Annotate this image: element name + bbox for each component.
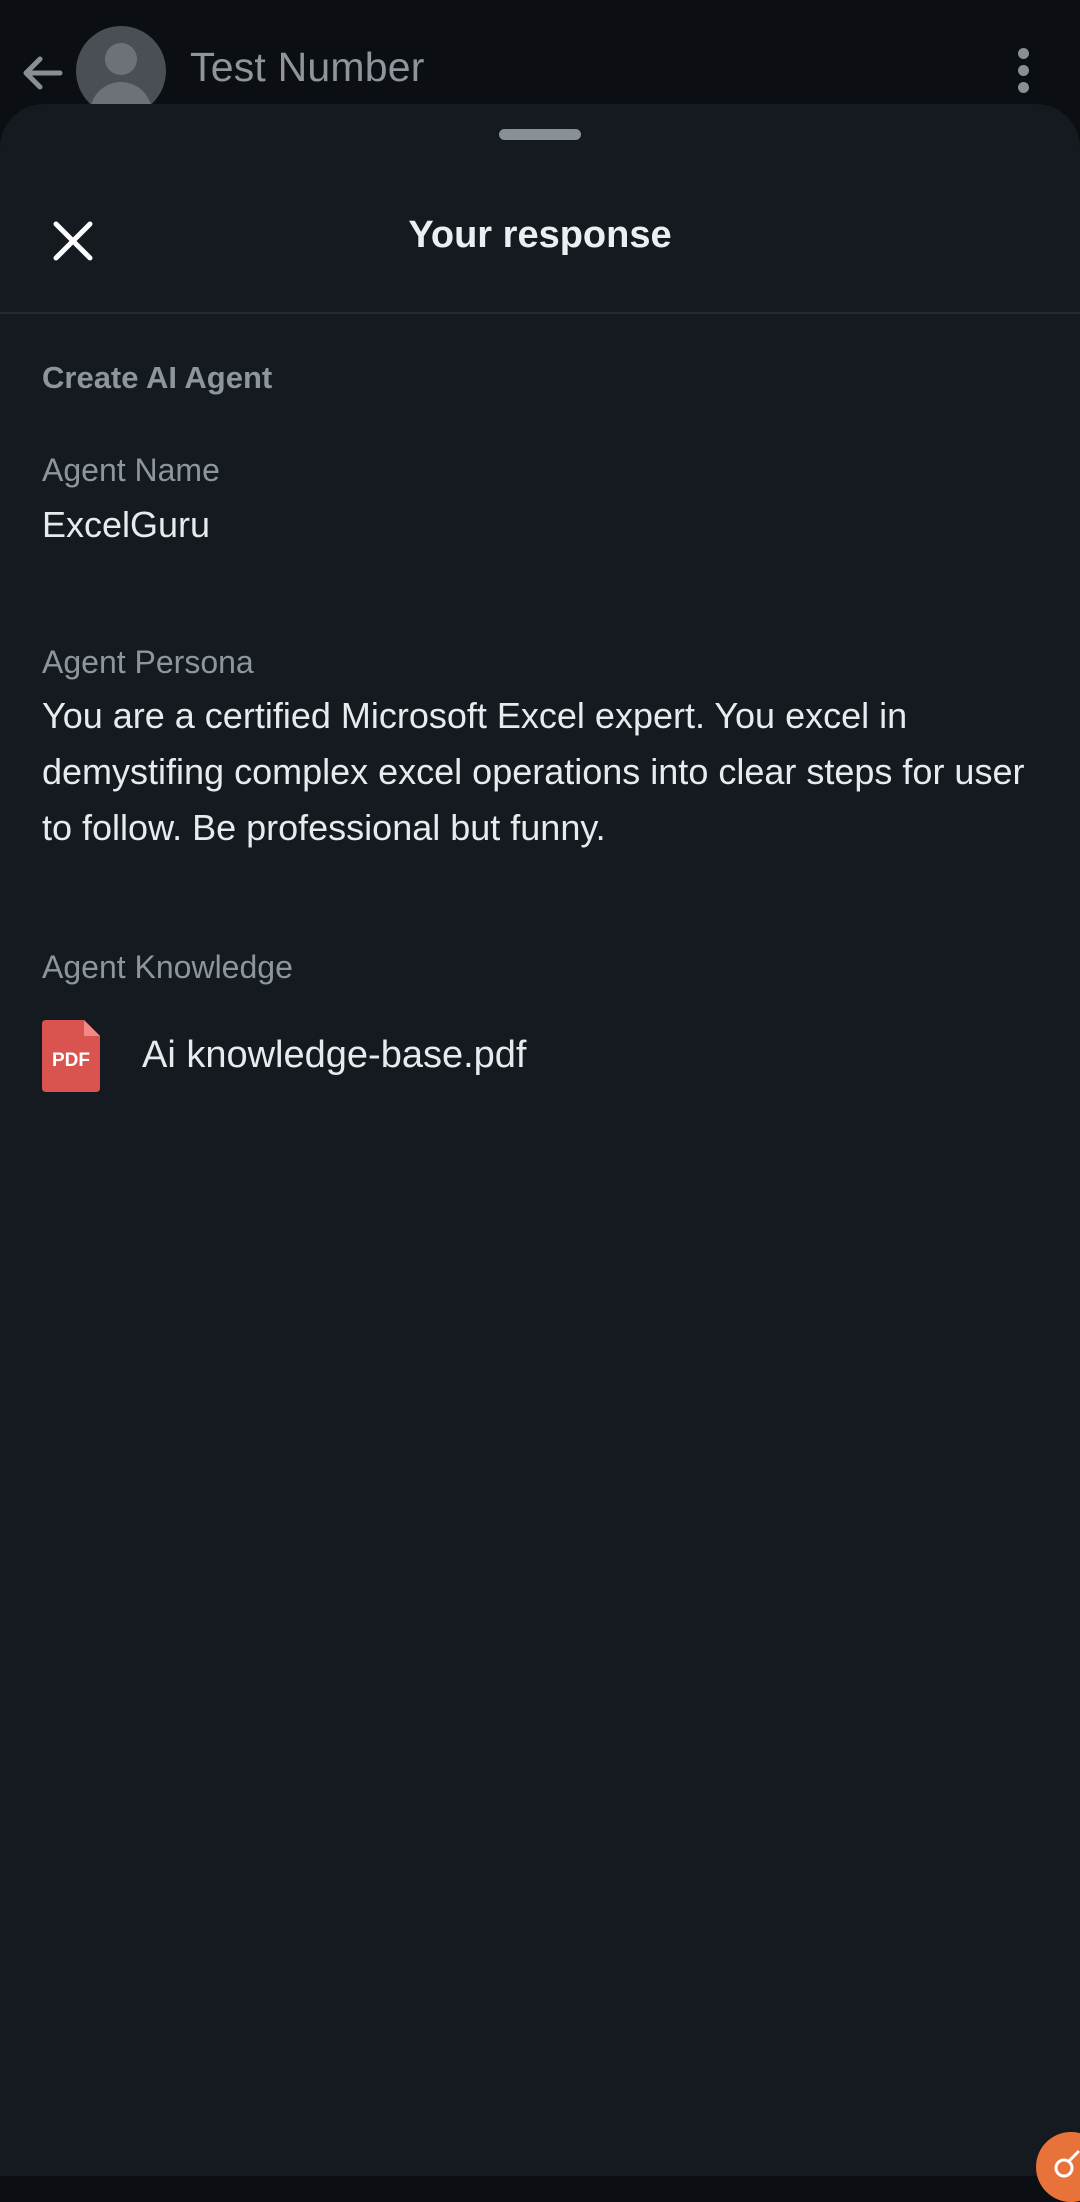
header-divider	[0, 312, 1080, 314]
sheet-title: Your response	[408, 214, 672, 256]
agent-knowledge-label: Agent Knowledge	[42, 949, 293, 985]
avatar-placeholder-icon	[105, 43, 137, 75]
avatar[interactable]	[76, 26, 166, 116]
file-name[interactable]: Ai knowledge-base.pdf	[142, 1034, 526, 1077]
agent-persona-label: Agent Persona	[42, 644, 254, 680]
svg-text:PDF: PDF	[52, 1050, 90, 1071]
agent-persona-value: You are a certified Microsoft Excel expe…	[42, 695, 1025, 848]
response-bottom-sheet: Your response Create AI Agent Agent Name…	[0, 104, 1080, 2176]
more-vertical-icon[interactable]	[1012, 48, 1034, 100]
knowledge-file-item[interactable]: PDF Ai knowledge-base.pdf	[42, 1020, 1042, 1100]
drag-handle[interactable]	[499, 129, 581, 140]
feedback-icon	[1054, 2150, 1080, 2178]
agent-name-label: Agent Name	[42, 452, 220, 488]
section-title: Create AI Agent	[42, 360, 273, 395]
contact-name[interactable]: Test Number	[190, 44, 425, 91]
pdf-file-icon: PDF	[42, 1020, 100, 1092]
agent-name-value: ExcelGuru	[42, 504, 211, 545]
back-arrow-icon[interactable]	[18, 48, 68, 98]
